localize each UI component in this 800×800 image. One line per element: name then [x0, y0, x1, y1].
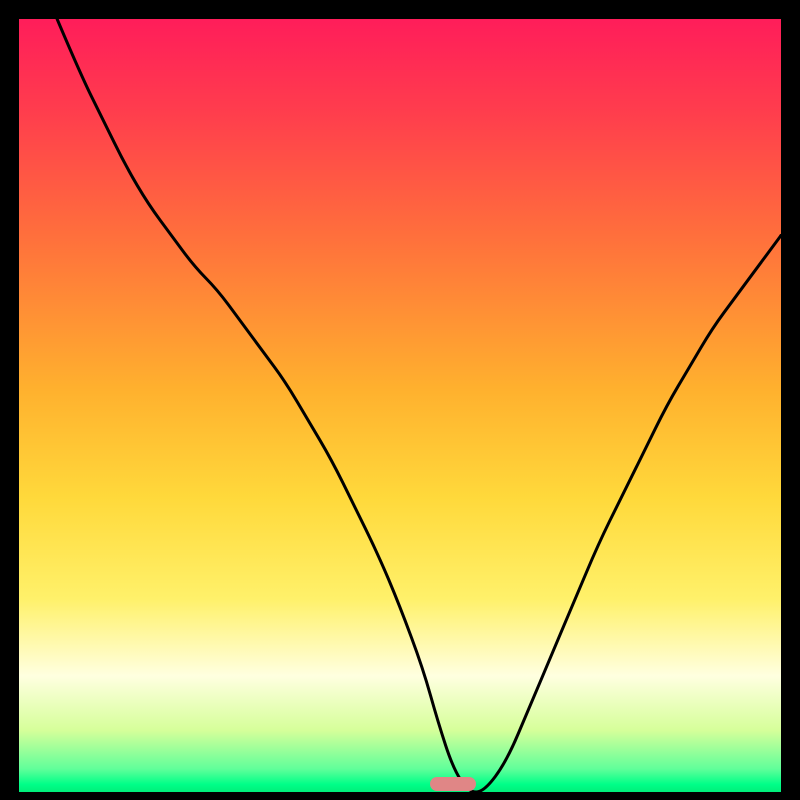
plot-area: [19, 19, 781, 792]
bottleneck-curve: [19, 19, 781, 792]
chart-frame: TheBottleneck.com: [0, 0, 800, 800]
optimal-marker: [430, 777, 476, 791]
watermark-text: TheBottleneck.com: [612, 0, 800, 4]
